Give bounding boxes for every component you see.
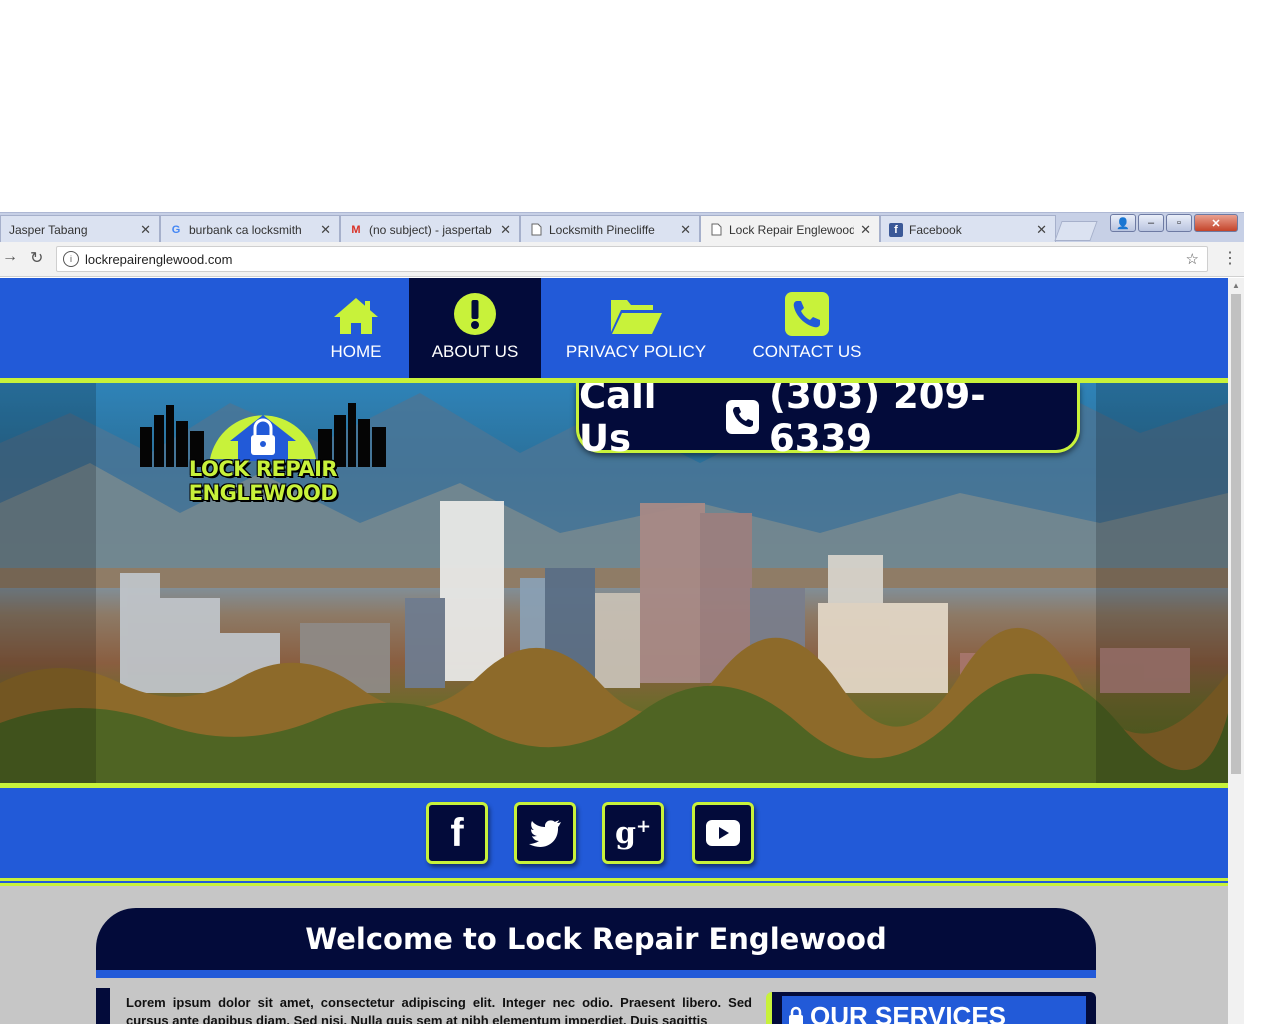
maximize-icon[interactable]: ▫: [1166, 214, 1192, 232]
browser-toolbar: → ↻ i lockrepairenglewood.com ☆ ⋮: [0, 242, 1244, 277]
browser-tab[interactable]: Locksmith Pinecliffe ✕: [520, 215, 700, 243]
call-us-banner[interactable]: Call Us (303) 209-6339: [576, 383, 1080, 460]
google-plus-button[interactable]: g+: [602, 802, 664, 864]
phone-number[interactable]: (303) 209-6339: [769, 383, 1077, 460]
scroll-up-icon[interactable]: ▲: [1232, 281, 1240, 290]
profile-icon[interactable]: 👤: [1110, 214, 1136, 232]
twitter-icon: [529, 820, 561, 847]
nav-contact-us[interactable]: CONTACT US: [744, 278, 870, 378]
folder-icon: [611, 300, 662, 334]
heading-rule: [96, 970, 1096, 978]
browser-tab[interactable]: f Facebook ✕: [880, 215, 1056, 243]
tab-title: Locksmith Pinecliffe: [549, 222, 655, 237]
phone-icon: [785, 292, 829, 336]
tab-close-icon[interactable]: ✕: [1036, 222, 1047, 238]
hero-banner: LOCK REPAIR ENGLEWOOD Call Us (303) 209-…: [0, 383, 1228, 783]
scrollbar-thumb[interactable]: [1231, 294, 1241, 774]
browser-tab-strip: Jasper Tabang ✕ G burbank ca locksmith ✕…: [0, 212, 1244, 243]
page-title: Welcome to Lock Repair Englewood: [305, 922, 887, 956]
call-us-label: Call Us: [579, 383, 657, 460]
logo-text: LOCK REPAIR ENGLEWOOD: [188, 457, 338, 505]
tab-title: burbank ca locksmith: [189, 222, 302, 237]
reload-icon[interactable]: ↻: [30, 248, 43, 268]
hero-side-shade: [1096, 383, 1228, 783]
tab-close-icon[interactable]: ✕: [680, 222, 691, 238]
lock-icon: [789, 1006, 803, 1024]
tab-title: Lock Repair Englewood: [729, 222, 855, 237]
exclamation-icon: [454, 293, 496, 335]
services-sidebar: OUR SERVICES: [766, 992, 1096, 1024]
main-content: Welcome to Lock Repair Englewood Lorem i…: [96, 888, 1096, 1024]
page-scrollbar[interactable]: ▲: [1228, 278, 1244, 1024]
phone-icon: [726, 399, 760, 434]
nav-home[interactable]: HOME: [304, 278, 408, 378]
info-icon[interactable]: i: [63, 251, 79, 267]
browser-tab-active[interactable]: Lock Repair Englewood ✕: [700, 215, 880, 243]
nav-about-us[interactable]: ABOUT US: [409, 278, 541, 378]
page-icon: [709, 223, 723, 237]
new-tab-button[interactable]: [1054, 221, 1098, 241]
nav-label: HOME: [330, 342, 382, 361]
hero-side-shade: [0, 383, 96, 783]
nav-label: ABOUT US: [431, 342, 519, 361]
tab-close-icon[interactable]: ✕: [860, 222, 871, 238]
gmail-icon: M: [351, 223, 361, 236]
site-logo[interactable]: LOCK REPAIR ENGLEWOOD: [118, 391, 408, 505]
facebook-button[interactable]: f: [426, 802, 488, 864]
social-bar: f g+: [0, 788, 1228, 878]
youtube-button[interactable]: [692, 802, 754, 864]
minimize-icon[interactable]: –: [1138, 214, 1164, 232]
browser-tab[interactable]: Jasper Tabang ✕: [0, 215, 160, 243]
tab-title: Jasper Tabang: [9, 222, 88, 237]
welcome-heading: Welcome to Lock Repair Englewood: [96, 908, 1096, 970]
browser-tab[interactable]: G burbank ca locksmith ✕: [160, 215, 340, 243]
services-title: OUR SERVICES: [810, 1000, 1007, 1024]
page-viewport: HOME ABOUT US PRIVACY POLICY CONTACT US: [0, 278, 1228, 1024]
nav-label: PRIVACY POLICY: [565, 342, 707, 361]
home-icon: [334, 298, 378, 334]
google-icon: G: [171, 223, 181, 236]
tab-title: Facebook: [909, 222, 962, 237]
nav-privacy-policy[interactable]: PRIVACY POLICY: [556, 278, 716, 378]
browser-tab[interactable]: M (no subject) - jaspertab ✕: [340, 215, 520, 243]
address-bar[interactable]: i lockrepairenglewood.com ☆: [56, 246, 1208, 272]
intro-paragraph: Lorem ipsum dolor sit amet, consectetur …: [96, 988, 756, 1024]
social-border: [0, 878, 1228, 886]
tab-close-icon[interactable]: ✕: [320, 222, 331, 238]
google-plus-icon: g+: [614, 815, 652, 851]
bookmark-star-icon[interactable]: ☆: [1186, 250, 1199, 268]
page-icon: [529, 223, 543, 237]
youtube-icon: [706, 820, 740, 846]
nav-label: CONTACT US: [752, 342, 862, 361]
site-nav: HOME ABOUT US PRIVACY POLICY CONTACT US: [0, 278, 1228, 378]
facebook-icon: f: [450, 810, 464, 855]
url-text: lockrepairenglewood.com: [85, 251, 233, 267]
twitter-button[interactable]: [514, 802, 576, 864]
tab-title: (no subject) - jaspertab: [369, 222, 492, 237]
forward-icon[interactable]: →: [2, 248, 18, 266]
tab-close-icon[interactable]: ✕: [140, 222, 151, 238]
facebook-icon: f: [889, 222, 903, 237]
tab-close-icon[interactable]: ✕: [500, 222, 511, 238]
menu-icon[interactable]: ⋮: [1222, 248, 1238, 268]
services-heading[interactable]: OUR SERVICES: [782, 996, 1086, 1024]
close-window-icon[interactable]: ✕: [1194, 214, 1238, 232]
